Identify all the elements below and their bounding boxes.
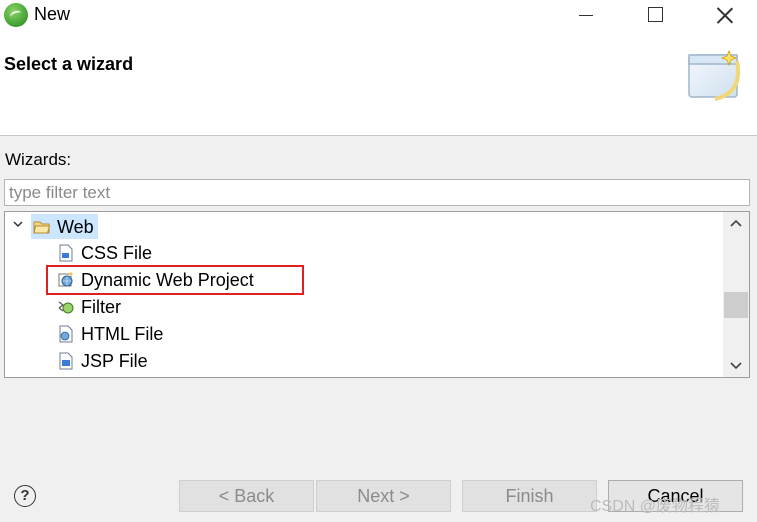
next-button[interactable]: Next > [316,480,451,512]
tree-item-label: JSP File [81,351,148,371]
tree-item-label: CSS File [81,243,153,263]
finish-button[interactable]: Finish [462,480,597,512]
tree-item-jsp-file[interactable]: JSP File [57,348,148,374]
css-file-icon [59,244,73,262]
eclipse-app-icon [4,3,28,27]
tree-item-filter[interactable]: Filter [57,294,121,320]
tree-item-html-file[interactable]: HTML File [57,321,163,347]
wizards-label: Wizards: [5,150,72,169]
tree-item-label: Web [57,216,94,237]
scroll-up-button[interactable] [723,212,749,236]
web-project-icon [58,272,73,287]
chevron-up-icon [730,219,742,227]
tree-item-web[interactable]: Web [31,214,98,239]
tree-scrollbar[interactable] [723,212,749,377]
back-button[interactable]: < Back [179,480,314,512]
filter-icon [58,301,74,314]
close-button[interactable] [701,0,749,30]
wizard-tree[interactable]: Web CSS File Dynamic Web Project Filter … [4,211,750,378]
new-wizard-banner-icon [688,49,740,101]
maximize-icon [648,7,663,22]
window-title: New [34,4,71,24]
jsp-file-icon [59,352,73,370]
folder-open-icon [33,221,51,233]
watermark: CSDN @废物程猿 [590,498,721,515]
close-icon [716,6,734,24]
title-bar: New [0,0,757,32]
maximize-button[interactable] [631,0,679,30]
wizard-header: Select a wizard [0,32,757,136]
chevron-down-icon[interactable] [13,219,23,229]
html-file-icon [59,325,73,343]
minimize-button[interactable] [562,0,610,30]
scroll-down-button[interactable] [723,353,749,377]
tree-item-label: Dynamic Web Project [81,270,254,290]
help-button[interactable]: ? [14,485,36,507]
chevron-down-icon [730,362,742,370]
filter-input[interactable] [4,179,750,206]
tree-item-label: HTML File [81,324,164,344]
page-title: Select a wizard [4,54,134,74]
minimize-icon [579,15,593,16]
tree-item-css-file[interactable]: CSS File [57,240,152,266]
scroll-thumb[interactable] [724,292,748,318]
tree-item-dynamic-web-project[interactable]: Dynamic Web Project [57,267,254,293]
tree-item-label: Filter [81,297,121,317]
